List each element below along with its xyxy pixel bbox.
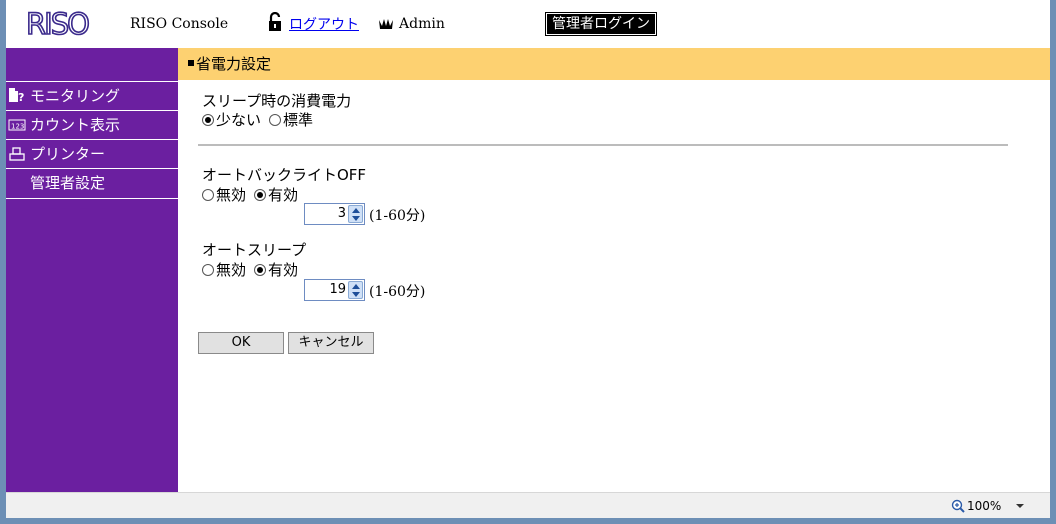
- sidebar-item-admin-settings[interactable]: 管理者設定: [6, 168, 178, 197]
- browser-window: RISO RISO Console ログアウト Admin 管理者ログイン ? …: [6, 0, 1050, 518]
- auto-sleep-range: (1-60分): [369, 284, 426, 300]
- spinner-arrows-icon[interactable]: [348, 205, 363, 223]
- sidebar-item-printer[interactable]: プリンター: [6, 139, 178, 168]
- sidebar-item-label: カウント表示: [30, 116, 121, 134]
- radio-disable[interactable]: [202, 188, 214, 201]
- auto-sleep-options: 無効 有効: [202, 259, 306, 280]
- sidebar-item-label: 管理者設定: [30, 174, 106, 192]
- header: RISO RISO Console ログアウト Admin 管理者ログイン: [6, 0, 1050, 48]
- radio-label: 標準: [283, 111, 314, 129]
- crown-icon: [379, 19, 393, 29]
- cancel-button[interactable]: キャンセル: [288, 332, 374, 354]
- auto-sleep-enable-option[interactable]: 有効: [254, 259, 298, 280]
- radio-label: 少ない: [216, 111, 262, 129]
- printer-icon: [9, 147, 25, 161]
- auto-backlight-label: オートバックライトOFF: [202, 166, 367, 184]
- spinner-value: 19: [329, 282, 346, 297]
- auto-sleep-label: オートスリープ: [202, 241, 307, 259]
- radio-low[interactable]: [202, 113, 214, 126]
- zoom-level[interactable]: 100%: [967, 499, 1001, 513]
- monitoring-icon: ?: [9, 88, 24, 104]
- sleep-power-standard-option[interactable]: 標準: [269, 109, 313, 130]
- auto-backlight-minutes-input[interactable]: 3: [304, 203, 365, 225]
- spinner-value: 3: [337, 206, 346, 221]
- radio-enable[interactable]: [254, 188, 267, 201]
- sidebar-item-monitoring[interactable]: ? モニタリング: [6, 81, 178, 110]
- section-divider: [198, 144, 1008, 146]
- zoom-icon: [951, 499, 965, 513]
- radio-standard[interactable]: [269, 113, 282, 126]
- radio-label: 有効: [268, 261, 299, 279]
- auto-sleep-disable-option[interactable]: 無効: [202, 259, 246, 280]
- sleep-power-low-option[interactable]: 少ない: [202, 109, 261, 130]
- section-header: 省電力設定: [178, 48, 1050, 80]
- auto-sleep-minutes-input[interactable]: 19: [304, 279, 365, 301]
- counter-icon: 123: [8, 119, 26, 131]
- svg-text:RISO: RISO: [26, 8, 89, 40]
- radio-label: 有効: [268, 186, 299, 204]
- section-title: 省電力設定: [196, 55, 272, 73]
- svg-text:123: 123: [11, 123, 24, 131]
- sidebar-divider: [6, 198, 178, 199]
- auto-backlight-range: (1-60分): [369, 208, 426, 224]
- auto-backlight-enable-option[interactable]: 有効: [254, 184, 298, 205]
- sidebar-item-counter[interactable]: 123 カウント表示: [6, 110, 178, 139]
- user-name: Admin: [399, 16, 445, 32]
- sleep-power-label: スリープ時の消費電力: [202, 92, 352, 110]
- console-title: RISO Console: [130, 16, 229, 32]
- svg-text:?: ?: [18, 91, 24, 104]
- sidebar-item-label: モニタリング: [30, 87, 121, 105]
- sidebar: ? モニタリング 123 カウント表示 プリンター 管理者設定: [6, 48, 178, 492]
- square-bullet-icon: [188, 59, 194, 66]
- logout-link[interactable]: ログアウト: [289, 14, 359, 34]
- main-content: 省電力設定 スリープ時の消費電力 少ない 標準 オートバックライトOFF 無効: [178, 48, 1050, 492]
- radio-disable[interactable]: [202, 263, 214, 276]
- sleep-power-options: 少ない 標準: [202, 109, 321, 130]
- riso-logo: RISO: [26, 8, 92, 40]
- auto-backlight-disable-option[interactable]: 無効: [202, 184, 246, 205]
- unlock-icon: [269, 12, 281, 31]
- admin-login-button[interactable]: 管理者ログイン: [545, 12, 657, 36]
- sidebar-item-label: プリンター: [30, 145, 106, 163]
- radio-label: 無効: [216, 261, 247, 279]
- radio-enable[interactable]: [254, 263, 267, 276]
- radio-label: 無効: [216, 186, 247, 204]
- auto-backlight-options: 無効 有効: [202, 184, 306, 205]
- zoom-dropdown-icon[interactable]: [1016, 504, 1024, 508]
- status-bar: 100%: [6, 492, 1050, 518]
- spinner-arrows-icon[interactable]: [348, 281, 363, 299]
- ok-button[interactable]: OK: [198, 332, 284, 354]
